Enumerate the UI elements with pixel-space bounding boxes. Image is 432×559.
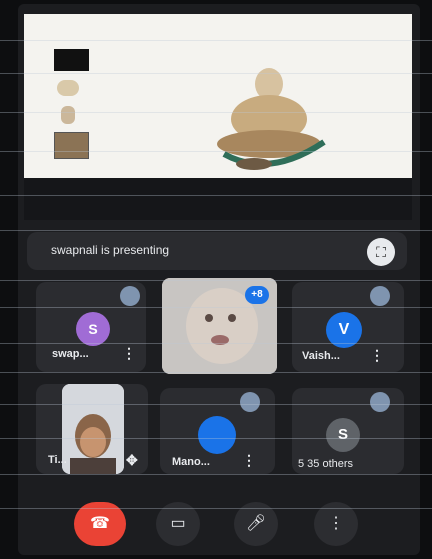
others-count: 5 35 others (298, 458, 354, 470)
scanline (0, 195, 432, 196)
more-options-icon[interactable]: ⋮ (122, 345, 136, 362)
avatar: S (326, 418, 360, 452)
participant-count-badge: +8 (245, 286, 269, 304)
fullscreen-icon[interactable]: ⛶ (367, 238, 395, 266)
slide-thumbnail[interactable] (54, 49, 89, 71)
participant-name: Ti... (48, 454, 67, 466)
more-options-icon[interactable]: ⋮ (370, 347, 384, 364)
participant-tile[interactable]: S swap... ⋮ (36, 282, 146, 372)
scanline (0, 230, 432, 231)
end-call-icon: ☎ (90, 515, 110, 532)
participant-tile[interactable]: Ti... ✥ (36, 384, 148, 474)
camera-icon: ▭ (170, 515, 186, 532)
call-controls: ☎ ▭ 🎤︎ ⋮ (18, 490, 420, 555)
participant-tile[interactable]: V Vaish... ⋮ (292, 282, 404, 372)
scanline (0, 73, 432, 74)
scanline (0, 474, 432, 475)
pin-icon[interactable]: ✥ (126, 452, 138, 469)
slide-thumbnail[interactable] (57, 80, 79, 96)
scanline (0, 438, 432, 439)
shared-screen (24, 14, 412, 178)
slide-thumbnail[interactable] (61, 106, 75, 124)
mic-off-icon (370, 286, 390, 306)
presenting-banner: swapnali is presenting ⛶ (27, 232, 407, 270)
mic-off-icon (240, 392, 260, 412)
scanline (0, 343, 432, 344)
scanline (0, 112, 432, 113)
avatar (198, 416, 236, 454)
more-icon: ⋮ (328, 515, 344, 532)
mic-icon: 🎤︎ (245, 515, 267, 532)
participant-video (62, 384, 124, 474)
mic-off-icon (370, 392, 390, 412)
scanline (0, 307, 432, 308)
avatar: S (76, 312, 110, 346)
participant-name: Vaish... (302, 350, 340, 362)
presenting-status: swapnali is presenting (51, 243, 170, 257)
participant-tile[interactable]: Mano... ⋮ (160, 388, 275, 474)
others-tile[interactable]: S 5 35 others (292, 388, 404, 474)
scanline (0, 372, 432, 373)
more-options-icon[interactable]: ⋮ (242, 452, 256, 469)
mic-off-icon (120, 286, 140, 306)
scanline (0, 280, 432, 281)
scanline (0, 151, 432, 152)
scanline (0, 404, 432, 405)
participant-name: swap... (52, 348, 89, 360)
scanline (0, 508, 432, 509)
slide-thumbnail[interactable] (54, 132, 89, 159)
slide-footer (24, 178, 412, 220)
participant-name: Mano... (172, 456, 210, 468)
participant-video[interactable]: +8 (162, 278, 277, 374)
scanline (0, 40, 432, 41)
